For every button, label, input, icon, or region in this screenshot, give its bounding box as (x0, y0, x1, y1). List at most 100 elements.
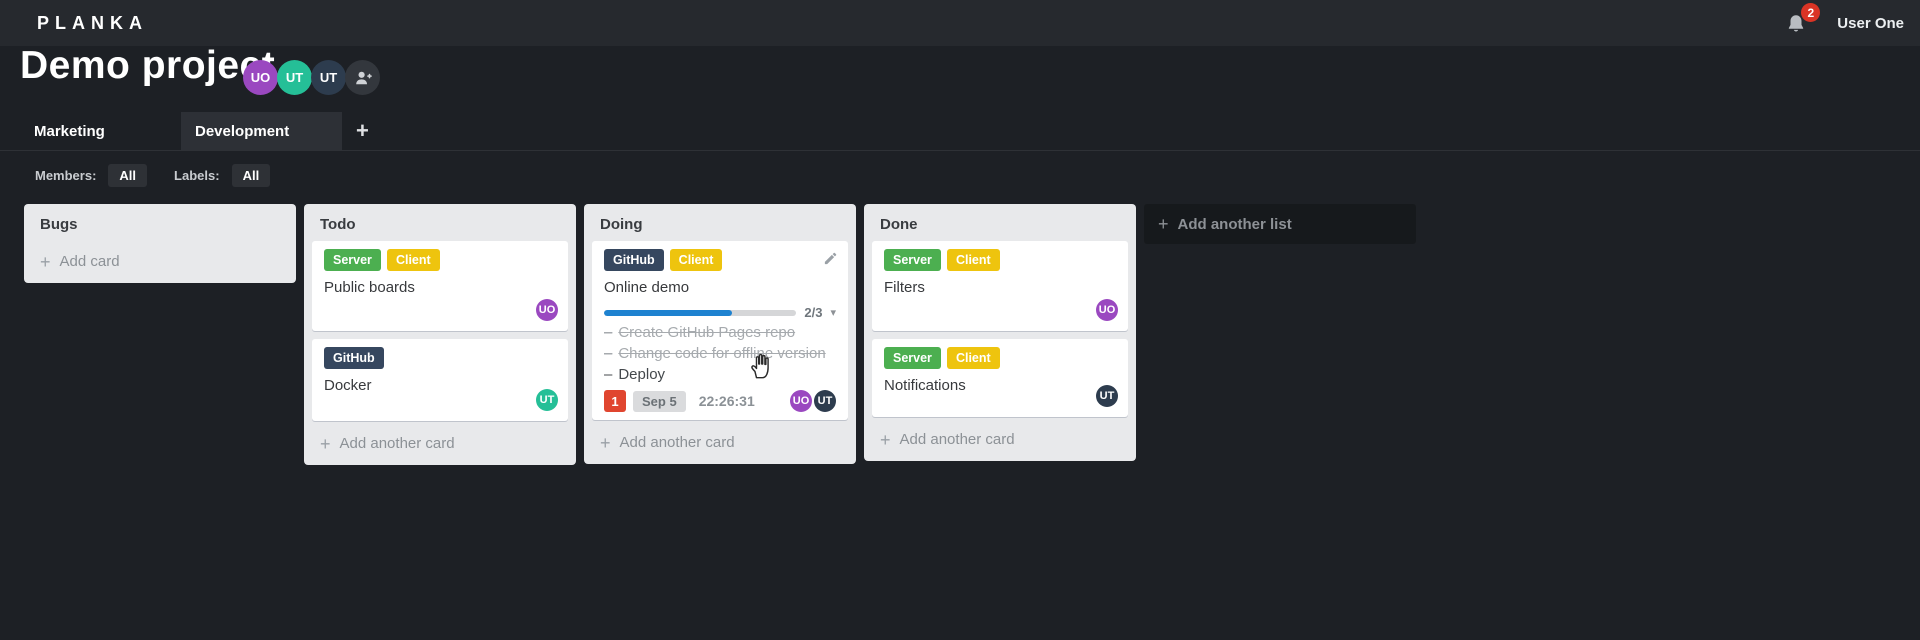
add-user-icon (355, 71, 372, 84)
board: Bugs + Add card Todo Server Client Publi… (24, 204, 1416, 465)
members-filter-value[interactable]: All (108, 163, 148, 187)
add-card-button[interactable]: + Add card (24, 247, 296, 283)
labels-filter-value[interactable]: All (231, 163, 271, 187)
label-chip: Server (884, 347, 941, 369)
avatar: UO (790, 390, 812, 412)
label-chip: GitHub (604, 249, 664, 271)
label-chip: Server (324, 249, 381, 271)
task-text: Create GitHub Pages repo (618, 324, 796, 341)
user-menu[interactable]: User One (1837, 15, 1904, 32)
add-list-button[interactable]: + Add another list (1144, 204, 1416, 244)
card-title: Online demo (604, 279, 690, 296)
card-filters[interactable]: Server Client Filters UO (872, 241, 1128, 331)
avatar: UT (814, 390, 836, 412)
list-title[interactable]: Done (864, 204, 1136, 237)
task-progress: 2/3 ▾ (604, 305, 836, 320)
progress-fill (604, 309, 732, 316)
avatar[interactable]: UO (243, 60, 278, 95)
avatar[interactable]: UT (277, 60, 312, 95)
card-members: UO UT (788, 390, 836, 412)
card-labels: GitHub Client (604, 249, 836, 271)
card-online-demo[interactable]: GitHub Client Online demo 2/3 ▾ – Create… (592, 241, 848, 420)
avatar: UT (536, 389, 558, 411)
task-dash: – (604, 345, 613, 362)
card-area: Server Client Public boards UO GitHub Do… (304, 237, 576, 421)
card-notification-badge: 1 (604, 390, 626, 412)
add-card-label: Add another card (619, 434, 735, 451)
labels-filter-label: Labels: (174, 167, 220, 183)
timer-value[interactable]: 22:26:31 (699, 393, 755, 409)
label-chip: Client (946, 347, 1000, 369)
progress-track (604, 309, 797, 316)
members-filter-label: Members: (35, 167, 97, 183)
app-logo[interactable]: PLANKA (37, 13, 148, 34)
tab-development[interactable]: Development (181, 112, 342, 150)
add-card-label: Add another card (899, 431, 1015, 448)
label-chip: Client (669, 249, 723, 271)
add-card-button[interactable]: + Add another card (304, 429, 576, 465)
card-public-boards[interactable]: Server Client Public boards UO (312, 241, 568, 331)
label-chip: Client (946, 249, 1000, 271)
tab-label: Development (195, 122, 290, 140)
list-title[interactable]: Todo (304, 204, 576, 237)
card-title: Public boards (324, 279, 415, 296)
add-card-button[interactable]: + Add another card (864, 425, 1136, 461)
list-title[interactable]: Bugs (24, 204, 296, 237)
card-labels: Server Client (884, 347, 1116, 369)
pencil-icon (824, 252, 837, 265)
avatar: UT (1096, 385, 1118, 407)
add-member-button[interactable] (345, 60, 380, 95)
plus-icon: + (600, 432, 611, 453)
plus-icon: + (1158, 214, 1169, 234)
plus-icon: + (320, 433, 331, 454)
list-title[interactable]: Doing (584, 204, 856, 237)
task-item: – Deploy (604, 365, 836, 384)
card-area (24, 237, 296, 247)
task-item: – Create GitHub Pages repo (604, 323, 836, 342)
task-text: Change code for offline version (618, 345, 826, 362)
list-done: Done Server Client Filters UO Server Cli… (864, 204, 1136, 461)
task-dash: – (604, 366, 613, 383)
board-tabs: Marketing Development + (20, 112, 369, 150)
topbar: PLANKA 2 User One (0, 0, 1920, 46)
card-title: Docker (324, 377, 372, 394)
topbar-right: 2 User One (1785, 3, 1904, 36)
card-notifications[interactable]: Server Client Notifications UT (872, 339, 1128, 417)
notification-count-badge: 2 (1801, 3, 1821, 22)
tab-label: Marketing (34, 122, 105, 140)
list-doing: Doing GitHub Client Online demo 2/3 ▾ – … (584, 204, 856, 464)
card-labels: Server Client (324, 249, 556, 271)
plus-icon: + (40, 251, 51, 272)
tabs-divider (0, 150, 1920, 151)
card-docker[interactable]: GitHub Docker UT (312, 339, 568, 421)
list-bugs: Bugs + Add card (24, 204, 296, 283)
due-date-badge[interactable]: Sep 5 (633, 390, 686, 412)
label-chip: Client (386, 249, 440, 271)
card-area: GitHub Client Online demo 2/3 ▾ – Create… (584, 237, 856, 420)
avatar: UO (536, 299, 558, 321)
tab-marketing[interactable]: Marketing (20, 112, 181, 150)
card-meta: 1 Sep 5 22:26:31 UO UT (604, 390, 836, 412)
card-labels: Server Client (884, 249, 1116, 271)
edit-card-button[interactable] (823, 251, 838, 271)
avatar[interactable]: UT (311, 60, 346, 95)
list-todo: Todo Server Client Public boards UO GitH… (304, 204, 576, 465)
card-title: Filters (884, 279, 925, 296)
card-area: Server Client Filters UO Server Client N… (864, 237, 1136, 417)
project-title[interactable]: Demo project (20, 44, 275, 88)
project-members: UO UT UT (243, 60, 380, 95)
progress-count: 2/3 (804, 305, 823, 320)
add-card-button[interactable]: + Add another card (584, 428, 856, 464)
task-dash: – (604, 324, 613, 341)
card-labels: GitHub (324, 347, 556, 369)
card-title: Notifications (884, 377, 966, 394)
chevron-down-icon[interactable]: ▾ (830, 306, 836, 319)
task-item: – Change code for offline version (604, 344, 836, 363)
plus-icon: + (880, 429, 891, 450)
avatar: UO (1096, 299, 1118, 321)
label-chip: Server (884, 249, 941, 271)
notifications-button[interactable]: 2 (1785, 3, 1821, 36)
add-card-label: Add card (59, 253, 120, 270)
add-board-button[interactable]: + (356, 120, 369, 142)
label-chip: GitHub (324, 347, 384, 369)
